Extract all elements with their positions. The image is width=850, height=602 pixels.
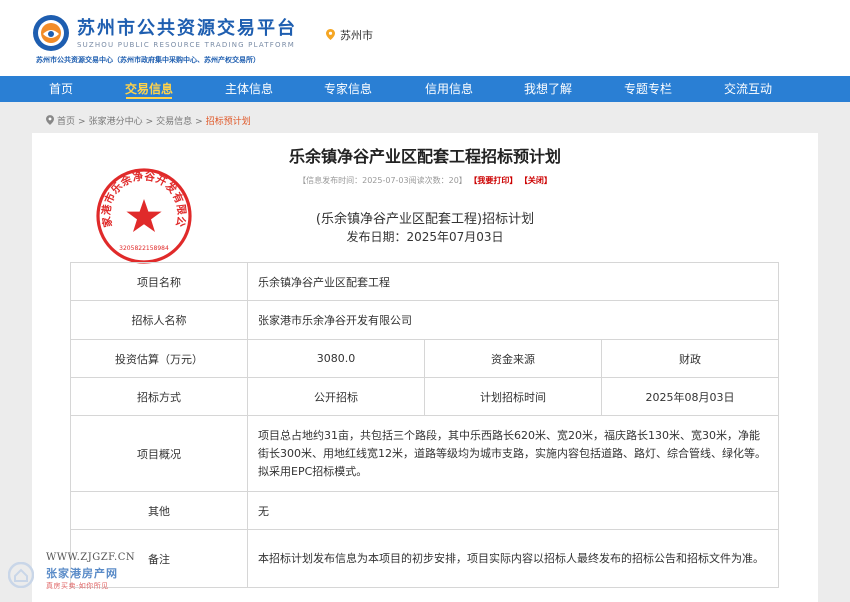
site-watermark: WWW.ZJGZF.CN 张家港房产网 真房买卖·如你所见 xyxy=(8,552,148,596)
breadcrumb-separator: > xyxy=(145,117,154,127)
table-row: 备注 本招标计划发布信息为本项目的初步安排，项目实际内容以招标人最终发布的招标公… xyxy=(70,529,779,588)
breadcrumb-branch[interactable]: 张家港分中心 xyxy=(89,117,143,127)
nav-item-entity-info[interactable]: 主体信息 xyxy=(204,76,294,102)
nav-item-interaction[interactable]: 交流互动 xyxy=(703,76,793,102)
overview-label: 项目概况 xyxy=(70,415,248,492)
seal-number: 3205822158984 xyxy=(119,245,169,252)
breadcrumb-separator: > xyxy=(78,117,86,127)
table-row: 项目概况 项目总占地约31亩，共包括三个路段，其中乐西路长620米、宽20米，福… xyxy=(70,415,779,492)
other-value: 无 xyxy=(247,491,779,530)
other-label: 其他 xyxy=(70,491,248,530)
remark-value: 本招标计划发布信息为本项目的初步安排，项目实际内容以招标人最终发布的招标公告和招… xyxy=(247,529,779,588)
breadcrumb-separator: > xyxy=(195,117,203,127)
breadcrumb-current: 招标预计划 xyxy=(205,117,251,127)
plan-date: 发布日期：2025年07月03日 xyxy=(346,230,504,244)
table-row: 招标人名称 张家港市乐余净谷开发有限公司 xyxy=(70,300,779,340)
method-value: 公开招标 xyxy=(247,377,425,416)
site-title-en: SUZHOU PUBLIC RESOURCE TRADING PLATFORM xyxy=(77,41,296,49)
table-row: 其他 无 xyxy=(70,491,779,530)
nav-item-credit-info[interactable]: 信用信息 xyxy=(404,76,494,102)
nav-item-expert-info[interactable]: 专家信息 xyxy=(303,76,393,102)
plan-time-value: 2025年08月03日 xyxy=(601,377,779,416)
watermark-name: 张家港房产网 xyxy=(46,567,118,580)
location-pin-icon xyxy=(46,115,54,125)
breadcrumb-home[interactable]: 首页 xyxy=(57,117,75,127)
project-name-value: 乐余镇净谷产业区配套工程 xyxy=(247,262,779,301)
nav-item-special-topics[interactable]: 专题专栏 xyxy=(603,76,693,102)
publish-info: 【信息发布时间：2025-07-03阅读次数：20】 xyxy=(298,176,467,185)
table-row: 投资估算（万元） 3080.0 资金来源 财政 xyxy=(70,339,779,378)
site-title[interactable]: 苏州市公共资源交易平台 xyxy=(77,14,297,40)
house-logo-icon xyxy=(8,562,34,588)
location-label: 苏州市 xyxy=(340,29,373,42)
tender-plan-table: 项目名称 乐余镇净谷产业区配套工程 招标人名称 张家港市乐余净谷开发有限公司 投… xyxy=(70,262,779,588)
method-label: 招标方式 xyxy=(70,377,248,416)
location-selector[interactable]: 苏州市 xyxy=(326,27,373,43)
watermark-url: WWW.ZJGZF.CN xyxy=(46,552,136,563)
close-link[interactable]: 【关闭】 xyxy=(520,176,552,185)
page-title: 乐余镇净谷产业区配套工程招标预计划 xyxy=(288,147,561,166)
site-subtitle: 苏州市公共资源交易中心（苏州市政府集中采购中心、苏州产权交易所） xyxy=(36,56,260,64)
breadcrumb: 首页 > 张家港分中心 > 交易信息 > 招标预计划 xyxy=(46,114,251,127)
plan-time-label: 计划招标时间 xyxy=(424,377,602,416)
watermark-slogan: 真房买卖·如你所见 xyxy=(46,582,109,590)
nav-item-home[interactable]: 首页 xyxy=(16,76,106,102)
tenderer-value: 张家港市乐余净谷开发有限公司 xyxy=(247,300,779,340)
location-pin-icon xyxy=(326,29,335,40)
table-row: 项目名称 乐余镇净谷产业区配套工程 xyxy=(70,262,779,301)
site-header: 苏州市公共资源交易平台 SUZHOU PUBLIC RESOURCE TRADI… xyxy=(0,0,850,76)
article-panel: 乐余镇净谷产业区配套工程招标预计划 【信息发布时间：2025-07-03阅读次数… xyxy=(32,133,818,602)
table-row: 招标方式 公开招标 计划招标时间 2025年08月03日 xyxy=(70,377,779,416)
project-name-label: 项目名称 xyxy=(70,262,248,301)
main-nav: 首页 交易信息 主体信息 专家信息 信用信息 我想了解 专题专栏 交流互动 xyxy=(0,76,850,102)
fund-source-value: 财政 xyxy=(601,339,779,378)
print-link[interactable]: 【我要打印】 xyxy=(469,176,517,185)
overview-value: 项目总占地约31亩，共包括三个路段，其中乐西路长620米、宽20米，福庆路长13… xyxy=(247,415,779,492)
investment-label: 投资估算（万元） xyxy=(70,339,248,378)
nav-item-learn-more[interactable]: 我想了解 xyxy=(503,76,593,102)
fund-source-label: 资金来源 xyxy=(424,339,602,378)
tenderer-label: 招标人名称 xyxy=(70,300,248,340)
logo-emblem-icon[interactable] xyxy=(32,14,70,52)
breadcrumb-trading-info[interactable]: 交易信息 xyxy=(156,117,192,127)
investment-value: 3080.0 xyxy=(247,339,425,378)
nav-item-trading-info[interactable]: 交易信息 xyxy=(104,76,194,102)
plan-title: (乐余镇净谷产业区配套工程)招标计划 xyxy=(315,212,535,227)
